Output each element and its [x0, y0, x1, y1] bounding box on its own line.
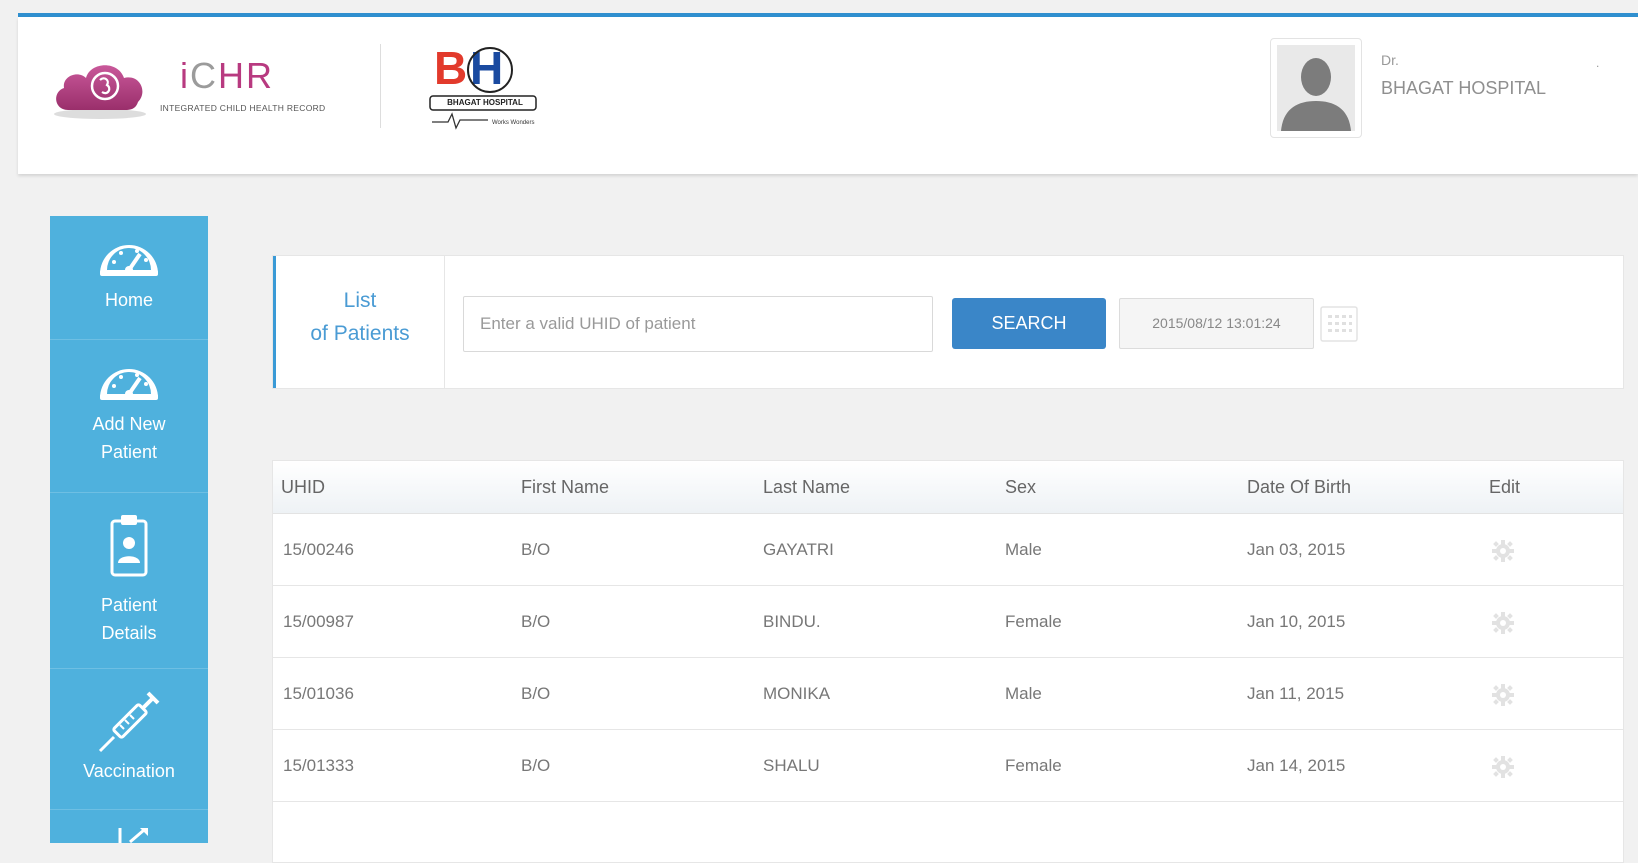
cell-date-of-birth: Jan 11, 2015	[1247, 684, 1345, 703]
ichr-wordmark: iCHR	[180, 55, 274, 97]
user-avatar[interactable]	[1270, 38, 1362, 138]
gear-icon[interactable]	[1492, 540, 1514, 562]
sidebar-item-vaccination-label: Vaccination	[83, 761, 175, 781]
cell-last-name: GAYATRI	[763, 540, 834, 559]
column-header-uhid[interactable]: UHID	[281, 461, 325, 513]
bhagat-logo-caption: BHAGAT HOSPITAL	[447, 98, 523, 107]
user-hospital-name[interactable]: BHAGAT HOSPITAL	[1381, 78, 1546, 99]
user-menu-dot: .	[1596, 56, 1600, 70]
table-row-partial[interactable]	[273, 802, 1623, 862]
cell-last-name: MONIKA	[763, 684, 831, 703]
cell-first-name: B/O	[521, 612, 551, 631]
cell-uhid: 15/00987	[283, 612, 354, 631]
cell-last-name: SHALU	[763, 756, 820, 775]
panel-divider	[444, 256, 445, 388]
table-row[interactable]: 15/00987 B/O BINDU. Female Jan 10, 2015	[273, 586, 1623, 658]
gear-icon[interactable]	[1492, 756, 1514, 778]
cell-sex: Male	[1005, 540, 1042, 559]
sidebar-item-add-new-patient-label-2: Patient	[100, 442, 158, 462]
gear-icon[interactable]	[1492, 612, 1514, 634]
cell-uhid: 15/01333	[283, 756, 354, 775]
table-row[interactable]: 15/01036 B/O MONIKA Male Jan 11, 2015	[273, 658, 1623, 730]
cell-sex: Male	[1005, 684, 1042, 703]
column-header-date-of-birth[interactable]: Date Of Birth	[1247, 461, 1351, 513]
panel-title: List of Patients	[276, 284, 444, 350]
bhagat-hospital-logo-icon: B H Works Wonders	[429, 42, 537, 130]
cell-sex: Female	[1005, 756, 1062, 775]
cell-first-name: B/O	[521, 756, 551, 775]
syringe-icon	[98, 691, 160, 753]
sidebar-item-patient-details[interactable]: Patient Details	[50, 493, 208, 669]
dashboard-gauge-icon	[100, 369, 158, 400]
calendar-icon[interactable]	[1319, 305, 1359, 343]
search-button[interactable]: SEARCH	[952, 298, 1106, 349]
ichr-wordmark-suffix: HR	[218, 55, 274, 96]
gear-icon[interactable]	[1492, 684, 1514, 706]
clipboard-user-icon	[110, 515, 148, 577]
cell-uhid: 15/01036	[283, 684, 354, 703]
sidebar-item-growth[interactable]	[50, 810, 208, 843]
datetime-field[interactable]: 2015/08/12 13:01:24	[1119, 298, 1314, 349]
sidebar-item-home[interactable]: Home	[50, 216, 208, 340]
table-header: UHID First Name Last Name Sex Date Of Bi…	[273, 461, 1623, 514]
ichr-wordmark-prefix: i	[180, 55, 190, 96]
ichr-cloud-logo-icon[interactable]	[50, 52, 150, 122]
cell-first-name: B/O	[521, 684, 551, 703]
column-header-edit: Edit	[1489, 477, 1521, 497]
column-header-last-name[interactable]: Last Name	[763, 461, 850, 513]
column-header-sex[interactable]: Sex	[1005, 461, 1036, 513]
sidebar-item-add-new-patient[interactable]: Add New Patient	[50, 340, 208, 493]
table-row[interactable]: 15/00246 B/O GAYATRI Male Jan 03, 2015	[273, 514, 1623, 586]
cell-first-name: B/O	[521, 540, 551, 559]
header-divider	[380, 44, 381, 128]
ichr-subtitle: INTEGRATED CHILD HEALTH RECORD	[160, 103, 326, 113]
sidebar-item-patient-details-label-1: Patient	[100, 595, 158, 615]
panel-title-line-2: of Patients	[310, 322, 410, 345]
patient-search-panel: List of Patients SEARCH 2015/08/12 13:01…	[272, 255, 1624, 389]
svg-text:B: B	[434, 42, 467, 94]
user-title: Dr.	[1381, 52, 1399, 68]
cell-last-name: BINDU.	[763, 612, 821, 631]
sidebar-item-add-new-patient-label-1: Add New	[92, 414, 166, 434]
sidebar-item-patient-details-label-2: Details	[101, 623, 157, 643]
table-row[interactable]: 15/01333 B/O SHALU Female Jan 14, 2015	[273, 730, 1623, 802]
column-header-first-name[interactable]: First Name	[521, 461, 609, 513]
sidebar-nav: Home Add New Patient Patient Details Vac…	[50, 216, 208, 843]
uhid-search-input[interactable]	[463, 296, 933, 352]
sidebar-item-vaccination[interactable]: Vaccination	[50, 669, 208, 810]
sidebar-item-home-label: Home	[104, 290, 153, 310]
panel-title-line-1: List	[343, 289, 377, 312]
cell-sex: Female	[1005, 612, 1062, 631]
cell-date-of-birth: Jan 03, 2015	[1247, 540, 1346, 559]
dashboard-gauge-icon	[100, 245, 158, 276]
user-silhouette-icon	[1277, 45, 1355, 131]
growth-chart-icon	[118, 828, 148, 843]
cell-date-of-birth: Jan 10, 2015	[1247, 612, 1346, 631]
cell-date-of-birth: Jan 14, 2015	[1247, 756, 1346, 775]
svg-text:Works Wonders: Works Wonders	[492, 120, 534, 126]
patients-table: UHID First Name Last Name Sex Date Of Bi…	[272, 460, 1624, 863]
cell-uhid: 15/00246	[283, 540, 354, 559]
ichr-wordmark-c: C	[190, 55, 218, 96]
